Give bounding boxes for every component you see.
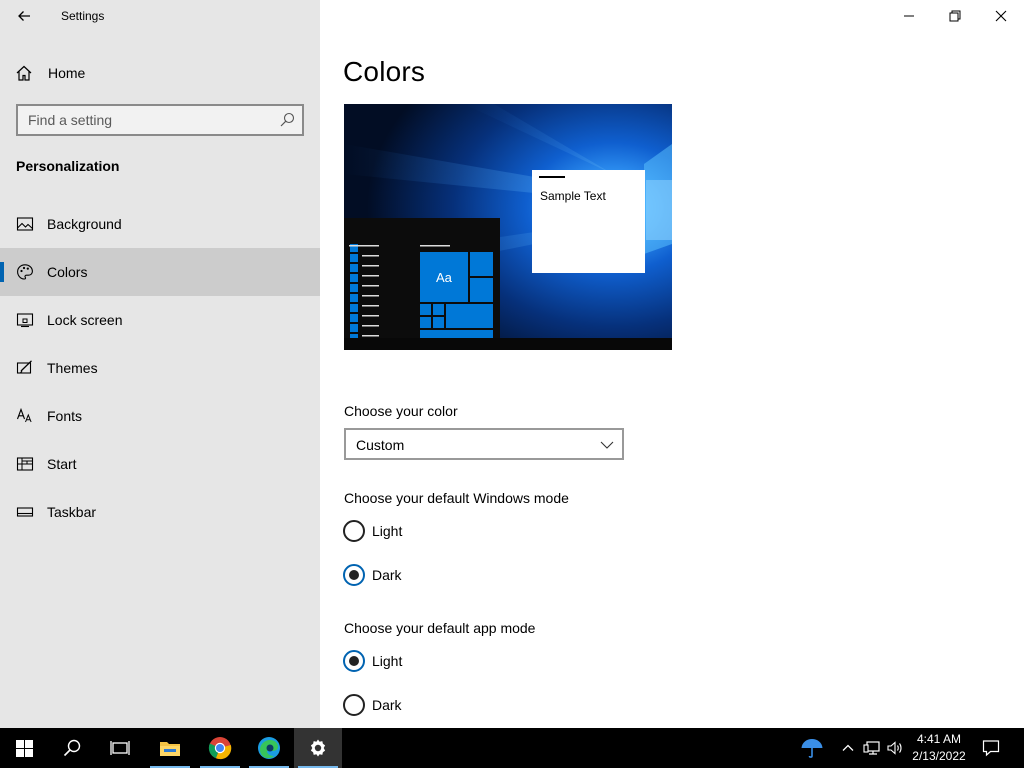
task-view-icon xyxy=(110,741,130,755)
weather-button[interactable] xyxy=(800,736,824,760)
sidebar: Settings Home Personalization Background xyxy=(0,0,320,728)
sidebar-item-fonts[interactable]: Fonts xyxy=(0,392,320,440)
sidebar-item-label: Lock screen xyxy=(47,312,123,328)
clock[interactable]: 4:41 AM 2/13/2022 xyxy=(906,731,972,765)
fonts-icon xyxy=(16,407,32,423)
home-label: Home xyxy=(48,65,86,81)
desktop-wallpaper-preview xyxy=(344,104,672,350)
edge-button[interactable] xyxy=(245,728,293,768)
volume-icon xyxy=(887,741,902,755)
settings-taskbar-button[interactable] xyxy=(294,728,342,768)
palette-icon xyxy=(17,264,33,280)
clock-date: 2/13/2022 xyxy=(912,749,966,763)
settings-icon xyxy=(310,739,326,757)
dropdown-selected-value: Custom xyxy=(356,437,405,453)
app-mode-light-radio[interactable] xyxy=(343,650,365,672)
file-explorer-button[interactable] xyxy=(146,728,194,768)
section-title: Personalization xyxy=(16,158,120,174)
minimize-button[interactable] xyxy=(886,0,932,32)
file-explorer-icon xyxy=(160,742,180,756)
show-hidden-icons-button[interactable] xyxy=(838,738,858,758)
app-mode-light-label: Light xyxy=(372,653,403,669)
picture-icon xyxy=(16,217,34,231)
notification-icon xyxy=(982,740,1000,757)
choose-color-dropdown[interactable]: Custom xyxy=(344,428,624,460)
clock-time: 4:41 AM xyxy=(916,732,962,746)
start-icon xyxy=(16,457,34,471)
close-icon xyxy=(995,10,1007,22)
back-arrow-icon xyxy=(18,11,30,21)
windows-logo-icon xyxy=(15,739,33,757)
sidebar-item-label: Taskbar xyxy=(47,504,97,520)
app-mode-label: Choose your default app mode xyxy=(344,620,536,636)
taskbar-icon xyxy=(16,507,34,517)
restore-icon xyxy=(949,10,961,22)
sidebar-item-background[interactable]: Background xyxy=(0,200,320,248)
action-center-button[interactable] xyxy=(981,738,1001,758)
sidebar-item-colors[interactable]: Colors xyxy=(0,248,320,296)
app-title: Settings xyxy=(61,9,105,23)
sidebar-item-label: Colors xyxy=(47,264,88,280)
page-title: Colors xyxy=(343,56,426,87)
title-bar: Settings xyxy=(0,0,320,32)
sidebar-item-lock-screen[interactable]: Lock screen xyxy=(0,296,320,344)
search-input[interactable] xyxy=(18,106,268,134)
sidebar-item-label: Background xyxy=(47,216,122,232)
sidebar-item-label: Themes xyxy=(47,360,98,376)
start-tiles-preview xyxy=(420,252,493,339)
lock-screen-icon xyxy=(16,313,34,328)
chrome-button[interactable] xyxy=(196,728,244,768)
windows-mode-dark-label: Dark xyxy=(372,567,402,583)
task-view-button[interactable] xyxy=(96,728,144,768)
network-icon xyxy=(863,741,880,755)
taskbar-search-button[interactable] xyxy=(48,728,96,768)
edge-icon xyxy=(258,737,280,759)
sidebar-item-label: Fonts xyxy=(47,408,83,424)
windows-mode-light-label: Light xyxy=(372,523,403,539)
windows-mode-light-radio[interactable] xyxy=(343,520,365,542)
start-button[interactable] xyxy=(0,728,48,768)
sidebar-item-start[interactable]: Start xyxy=(0,440,320,488)
choose-color-label: Choose your color xyxy=(344,403,458,419)
volume-button[interactable] xyxy=(885,738,905,758)
back-button[interactable] xyxy=(8,2,40,30)
search-icon xyxy=(63,739,81,757)
search-box xyxy=(16,104,304,136)
network-button[interactable] xyxy=(862,738,882,758)
app-mode-dark-radio[interactable] xyxy=(343,694,365,716)
themes-icon xyxy=(16,360,32,374)
close-button[interactable] xyxy=(978,0,1024,32)
windows-mode-label: Choose your default Windows mode xyxy=(344,490,569,506)
sidebar-item-label: Start xyxy=(47,456,77,472)
windows-mode-dark-radio[interactable] xyxy=(343,564,365,586)
sidebar-item-themes[interactable]: Themes xyxy=(0,344,320,392)
app-mode-dark-label: Dark xyxy=(372,697,402,713)
sample-text: Sample Text xyxy=(540,189,606,203)
color-preview: Aa Sample Text xyxy=(344,104,672,350)
sidebar-item-taskbar[interactable]: Taskbar xyxy=(0,488,320,536)
search-icon[interactable] xyxy=(279,112,295,128)
minimize-icon xyxy=(904,15,914,17)
chrome-icon xyxy=(208,737,232,760)
restore-button[interactable] xyxy=(932,0,978,32)
home-icon xyxy=(16,65,32,81)
chevron-up-icon xyxy=(842,744,854,751)
selected-indicator xyxy=(0,262,4,282)
taskbar: 4:41 AM 2/13/2022 xyxy=(0,728,1024,768)
tile-text: Aa xyxy=(436,270,452,285)
weather-umbrella-icon xyxy=(801,739,823,758)
chevron-down-icon xyxy=(600,441,614,449)
home-nav-item[interactable]: Home xyxy=(0,56,320,90)
